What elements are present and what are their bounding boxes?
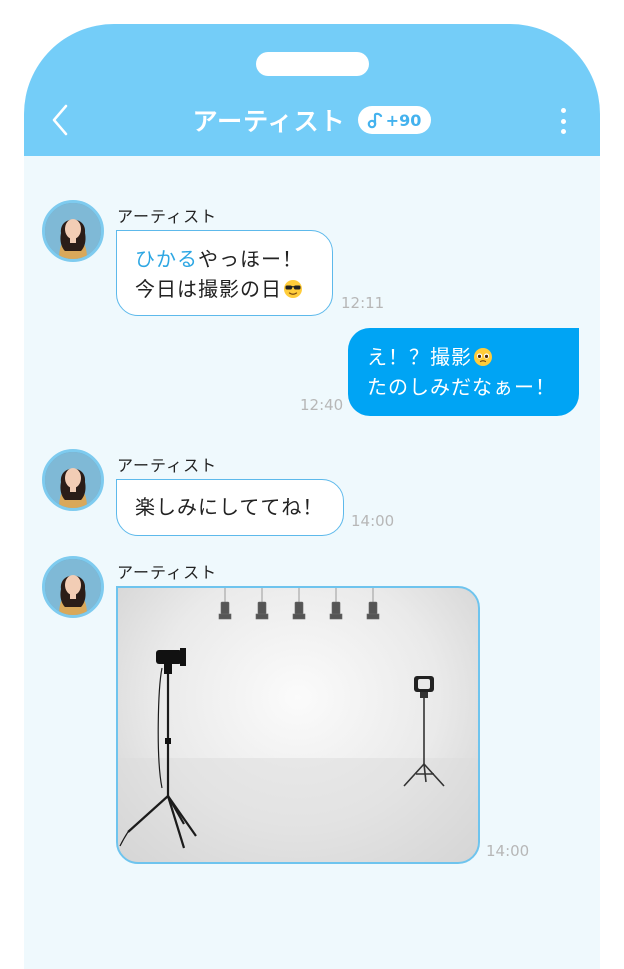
more-vertical-icon (560, 108, 566, 113)
pleading-face-emoji-icon (474, 348, 492, 366)
avatar[interactable] (42, 449, 104, 511)
message-text: 楽しみにしててね！ (135, 495, 324, 519)
follower-badge: +90 (357, 106, 432, 134)
sender-name: アーティスト (117, 456, 218, 475)
artist-avatar-image (45, 452, 101, 508)
message-time: 12:40 (300, 396, 344, 414)
photo-message[interactable] (116, 586, 480, 864)
message-bubble[interactable]: 楽しみにしててね！ (116, 479, 344, 536)
message-text: やっほー！ (198, 247, 303, 271)
message-text: え！？撮影 (367, 345, 472, 369)
page-title: アーティスト (192, 107, 346, 136)
sender-name: アーティスト (117, 207, 218, 226)
chat-header: アーティスト +90 (24, 24, 600, 156)
artist-avatar-image (45, 559, 101, 615)
avatar[interactable] (42, 200, 104, 262)
message-time: 14:00 (351, 512, 395, 530)
message-time: 12:11 (341, 294, 385, 312)
message-text: 今日は撮影の日 (135, 277, 282, 301)
message-time: 14:00 (486, 842, 530, 860)
phone-frame: アーティスト +90 アーティスト ひかるやっほー！ 今日は撮影の日 12:11… (24, 24, 600, 969)
phone-notch (256, 52, 369, 76)
music-note-icon (367, 112, 382, 129)
sender-name: アーティスト (117, 563, 218, 582)
avatar[interactable] (42, 556, 104, 618)
artist-avatar-image (45, 203, 101, 259)
photo-studio-image (118, 588, 478, 862)
message-bubble[interactable]: ひかるやっほー！ 今日は撮影の日 (116, 230, 333, 316)
sunglasses-emoji-icon (284, 280, 302, 298)
header-title-group: アーティスト +90 (24, 102, 600, 138)
badge-count: +90 (385, 110, 422, 130)
message-text: たのしみだなぁー！ (367, 375, 556, 399)
highlighted-name: ひかる (135, 247, 198, 271)
message-bubble-outgoing[interactable]: え！？撮影 たのしみだなぁー！ (348, 328, 579, 416)
more-menu-button[interactable] (554, 106, 572, 136)
